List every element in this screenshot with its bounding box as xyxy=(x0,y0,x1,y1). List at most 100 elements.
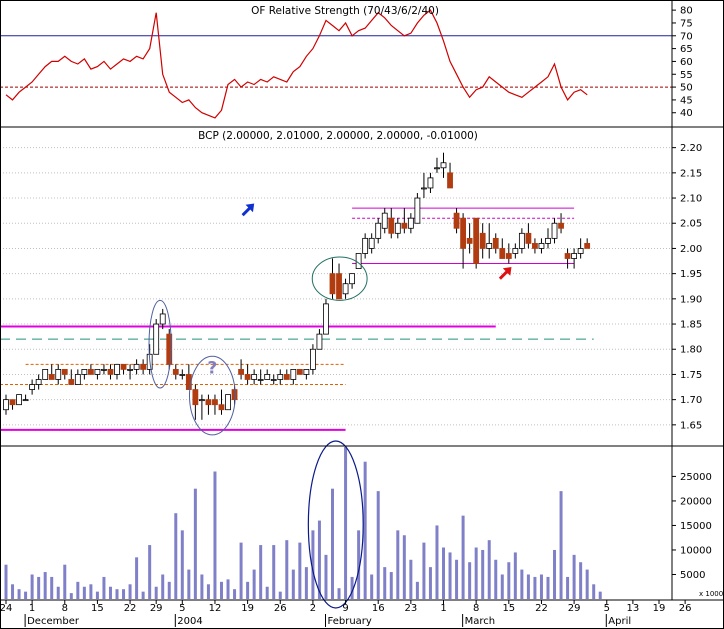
volume-bar xyxy=(17,589,21,599)
grid-layer xyxy=(0,147,672,426)
volume-bar xyxy=(396,530,400,599)
candle-body xyxy=(329,273,336,295)
y-tick-label: 2.20 xyxy=(680,143,702,154)
y-tick-label: 60 xyxy=(680,57,693,68)
volume-bar xyxy=(579,562,583,599)
candle-body xyxy=(225,394,231,411)
volume-ellipse xyxy=(307,440,364,609)
volume-bar xyxy=(161,574,165,599)
volume-bar xyxy=(226,579,230,599)
candle-body xyxy=(440,162,447,169)
volume-bar xyxy=(344,447,348,599)
volume-bar xyxy=(363,461,367,599)
arrow-annotation xyxy=(241,203,255,217)
candle-body xyxy=(114,363,120,375)
candle-body xyxy=(434,167,440,170)
y-tick-label: 50 xyxy=(680,83,693,94)
volume-bar xyxy=(461,515,465,599)
volume-bar xyxy=(324,554,328,599)
y-tick-label: 10000 xyxy=(680,545,712,556)
volume-bar xyxy=(304,567,308,599)
candle-body xyxy=(310,348,316,370)
volume-bar xyxy=(69,593,73,599)
candle-body xyxy=(584,242,591,249)
candle-body xyxy=(159,313,166,325)
candle-body xyxy=(323,303,329,335)
volume-bar xyxy=(455,559,459,599)
volume-bar xyxy=(422,542,426,599)
candle-body xyxy=(414,197,421,224)
candle-body xyxy=(401,222,408,229)
candle-body xyxy=(231,389,238,401)
candle-body xyxy=(388,217,395,234)
candle-body xyxy=(473,217,480,264)
x-tick-label: 15 xyxy=(502,603,515,614)
x-tick-label: 19 xyxy=(653,603,666,614)
x-tick-label: 29 xyxy=(568,603,581,614)
volume-bar xyxy=(520,569,524,599)
candle-body xyxy=(264,374,271,380)
volume-bar xyxy=(474,547,478,599)
volume-bar xyxy=(468,562,472,599)
volume-bar xyxy=(37,576,41,599)
x-tick-label: 1 xyxy=(29,603,35,614)
x-tick-label: 22 xyxy=(124,603,137,614)
candle-body xyxy=(107,368,114,375)
volume-bar xyxy=(206,584,210,599)
candle-body xyxy=(499,248,506,259)
volume-bar xyxy=(487,540,491,599)
volume-bar xyxy=(219,581,223,599)
x-tick-label: 2 xyxy=(310,603,316,614)
volume-bar xyxy=(435,525,439,599)
volume-bar xyxy=(278,591,282,599)
candle-body xyxy=(368,237,375,249)
volume-bar xyxy=(239,542,243,599)
candle-body xyxy=(179,374,186,376)
volume-bar xyxy=(252,569,256,599)
candle-body xyxy=(296,368,303,375)
x-tick-label: 29 xyxy=(150,603,163,614)
candle-body xyxy=(525,232,532,244)
candle-body xyxy=(551,222,558,239)
volume-bar xyxy=(448,552,452,599)
volume-bar xyxy=(246,581,250,599)
y-tick-label: 65 xyxy=(680,44,693,55)
volume-bar xyxy=(585,569,589,599)
candle-body xyxy=(94,368,101,375)
candle-body xyxy=(212,399,218,406)
candle-body xyxy=(545,237,551,244)
y-tick-label: 1.70 xyxy=(680,395,702,406)
volume-bar xyxy=(559,491,563,599)
volume-bar xyxy=(500,574,504,599)
volume-bar xyxy=(180,530,184,599)
volume-bar xyxy=(102,576,106,599)
volume-bar xyxy=(115,589,119,599)
volume-bar xyxy=(135,557,139,599)
candle-body xyxy=(486,242,493,249)
candle-body xyxy=(61,368,68,375)
y-tick-label: 2.05 xyxy=(680,219,702,230)
candle-body xyxy=(74,374,81,385)
candle-body xyxy=(532,242,538,249)
volume-bar xyxy=(546,576,550,599)
candle-body xyxy=(35,379,42,385)
y-tick-label: 45 xyxy=(680,95,693,106)
candle-body xyxy=(421,187,427,190)
candle-body xyxy=(29,384,36,390)
volume-bar xyxy=(76,581,80,599)
x-tick-label: 16 xyxy=(372,603,385,614)
x-tick-label: 24 xyxy=(0,603,12,614)
volume-bar xyxy=(285,540,289,599)
candle-body xyxy=(381,212,388,229)
candle-body xyxy=(336,273,342,300)
candle-body xyxy=(394,222,401,234)
candle-body xyxy=(342,283,349,295)
volume-bar xyxy=(24,591,28,599)
x-tick-label: 22 xyxy=(535,603,548,614)
y-tick-label: 2.00 xyxy=(680,244,702,255)
y-tick-label: 1.85 xyxy=(680,320,702,331)
y-tick-label: 2.10 xyxy=(680,194,702,205)
candle-body xyxy=(205,399,212,406)
y-tick-label: 1.75 xyxy=(680,370,702,381)
volume-bar xyxy=(553,549,557,599)
